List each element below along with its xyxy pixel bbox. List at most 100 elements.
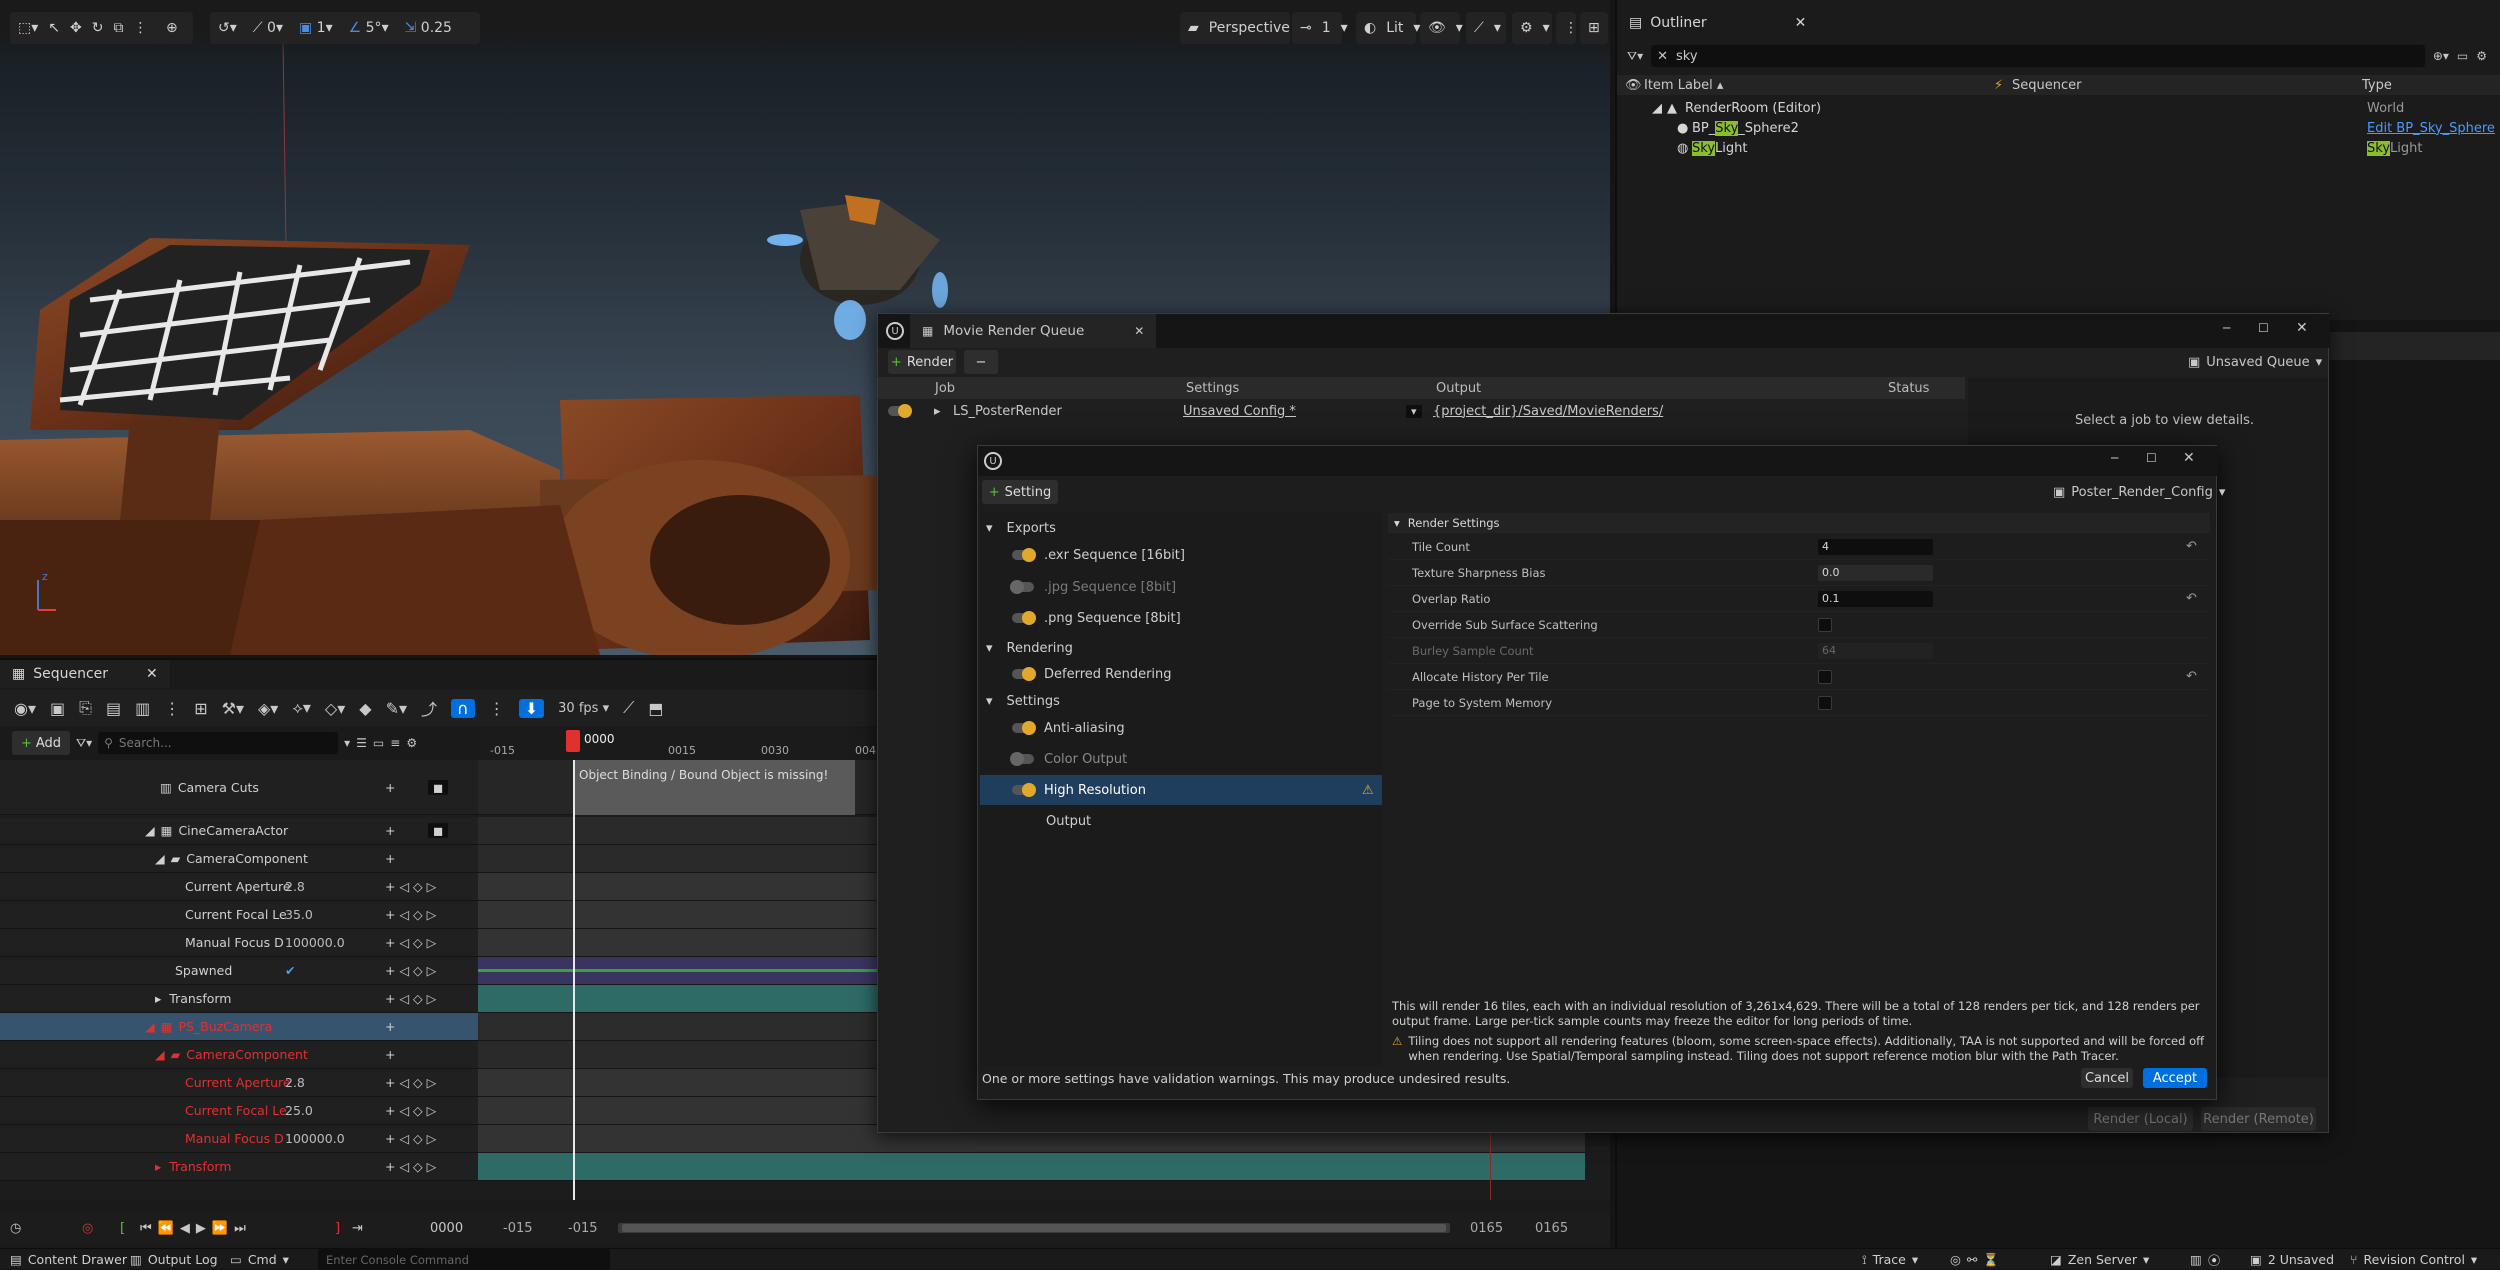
rotate-icon[interactable]: ↻ (92, 20, 104, 36)
select-icon[interactable]: ↖ (48, 20, 60, 36)
add-key-icon[interactable]: + ◁ ◇ ▷ (385, 935, 436, 950)
minimize-icon[interactable]: ─ (2223, 321, 2230, 335)
tile-count-input[interactable]: 4 (1818, 538, 1933, 555)
filter-icon[interactable]: ⛛▾ (76, 736, 92, 751)
view-options-icon[interactable]: ▭ (373, 736, 384, 750)
set-end-icon[interactable]: ] (335, 1221, 340, 1236)
setting-enabled-toggle[interactable] (1012, 611, 1036, 625)
timeline-scrollbar[interactable] (618, 1223, 1450, 1233)
texture-sharpness-input[interactable]: 0.0 (1818, 564, 1933, 581)
chevron-down-icon[interactable]: ▾ (344, 736, 350, 750)
close-window-icon[interactable]: ✕ (2183, 450, 2195, 466)
binding-missing-section[interactable]: Object Binding / Bound Object is missing… (573, 760, 855, 815)
job-output-link[interactable]: {project_dir}/Saved/MovieRenders/ (1433, 404, 1663, 419)
item-label-column[interactable]: Item Label ▴ (1644, 78, 1723, 93)
mrq-tab[interactable]: ▦ Movie Render Queue ✕ (910, 314, 1157, 348)
setting-output[interactable]: Output (980, 806, 1382, 836)
render-settings-header[interactable]: ▾ Render Settings (1388, 513, 2210, 533)
globe-icon[interactable]: ⊕ (166, 20, 178, 36)
save-icon[interactable]: ▣ (50, 699, 65, 718)
setting-anti-aliasing[interactable]: Anti-aliasing (980, 713, 1382, 743)
maximize-icon[interactable]: ☐ (2146, 451, 2157, 465)
graph-icon[interactable]: ⟋ (623, 698, 634, 718)
new-folder-icon[interactable]: ▭ (2457, 49, 2468, 63)
accept-button[interactable]: Accept (2143, 1068, 2207, 1088)
clapper-icon[interactable]: ▥ (135, 699, 150, 718)
grid-snap[interactable]: ▣ 1▾ (299, 20, 333, 36)
derived-data-icon[interactable]: ◎ (1950, 1252, 1961, 1267)
view-mode-dropdown[interactable]: ▰Perspective▾ (1180, 12, 1307, 44)
outliner-row-sky-light[interactable]: ◍ SkyLight SkyLight (1617, 138, 2500, 158)
sequencer-column[interactable]: Sequencer (2012, 78, 2081, 93)
layout-button[interactable]: ⊞ (1580, 12, 1608, 44)
camera-speed-dropdown[interactable]: ⊸ 1 ▾ (1292, 12, 1348, 44)
expand-icon[interactable]: ▸ (155, 1159, 161, 1174)
track-value[interactable]: 35.0 (285, 907, 313, 922)
find-icon[interactable]: ⎘ (79, 698, 92, 718)
gear-icon[interactable]: ⚙ (406, 736, 417, 750)
cmd-dropdown[interactable]: ▭ Cmd ▾ (230, 1249, 289, 1270)
track-manual-focus-missing[interactable]: Manual Focus D 100000.0 + ◁ ◇ ▷ (0, 1125, 478, 1153)
record-icon[interactable]: ◎ (82, 1221, 93, 1236)
override-sss-checkbox[interactable] (1818, 617, 1832, 632)
settings-column-header[interactable]: Settings (1186, 377, 1239, 399)
minimize-icon[interactable]: ─ (2111, 451, 2118, 465)
snap-icon[interactable]: ⊞ (194, 699, 207, 718)
collapse-all-icon[interactable]: ☰ (356, 736, 367, 750)
add-key-icon[interactable]: + ◁ ◇ ▷ (385, 991, 436, 1006)
render-icon[interactable]: ▤ (106, 699, 121, 718)
setting-enabled-toggle[interactable] (1012, 721, 1036, 735)
set-start-icon[interactable]: [ (120, 1221, 125, 1236)
expand-icon[interactable]: ▸ (934, 404, 941, 419)
outliner-row-sky-sphere[interactable]: ● BP_Sky_Sphere2 Edit BP_Sky_Sphere (1617, 118, 2500, 138)
transport-controls[interactable]: ⏮⏪◀▶⏩⏭ (140, 1221, 252, 1236)
key-options-icon[interactable]: ⟡▾ (292, 698, 311, 718)
collapse-icon[interactable]: ▾ (986, 694, 993, 709)
scrollbar-thumb[interactable] (622, 1224, 1446, 1232)
rotation-snap[interactable]: ⟋ 0▾ (253, 20, 283, 36)
network-icon[interactable]: ⚯ (1967, 1252, 1977, 1267)
view-start-field[interactable]: -015 (568, 1221, 598, 1236)
setting-exr-sequence[interactable]: .exr Sequence [16bit] (980, 540, 1382, 570)
add-key-icon[interactable]: + ◁ ◇ ▷ (385, 907, 436, 922)
setting-enabled-toggle[interactable] (1012, 783, 1036, 797)
add-key-icon[interactable]: + ◁ ◇ ▷ (385, 1075, 436, 1090)
scale-snap[interactable]: ⇲ 0.25 (405, 20, 452, 36)
add-icon[interactable]: + (385, 780, 395, 795)
track-cine-camera-actor[interactable]: ◢ ▦ CineCameraActor + ◼ (0, 817, 478, 845)
category-exports[interactable]: ▾ Exports (980, 513, 1382, 543)
more-icon[interactable]: ⋮ (164, 699, 180, 718)
track-camera-component-missing[interactable]: ◢ ▰ CameraComponent + (0, 1041, 478, 1069)
track-current-aperture-missing[interactable]: Current Aperture 2.8 + ◁ ◇ ▷ (0, 1069, 478, 1097)
add-filter-icon[interactable]: ⊕▾ (2433, 49, 2449, 63)
keyframe-icon[interactable]: ◇▾ (325, 699, 345, 718)
more-icon[interactable]: ⋮ (489, 699, 505, 718)
output-dropdown-icon[interactable]: ▾ (1406, 404, 1422, 418)
gear-icon[interactable]: ⚙ (2476, 49, 2487, 63)
range-start-field[interactable]: -015 (503, 1221, 533, 1236)
job-row[interactable]: ▸ LS_PosterRender Unsaved Config * ▾ {pr… (878, 400, 1965, 422)
filter-icon[interactable]: ⛛▾ (1627, 49, 1643, 64)
track-camera-component[interactable]: ◢ ▰ CameraComponent + (0, 845, 478, 873)
output-column-header[interactable]: Output (1436, 377, 1481, 399)
reset-icon[interactable]: ↶ (2186, 539, 2197, 554)
ram-icon[interactable]: ⏳ (1983, 1252, 1999, 1268)
realtime-button[interactable]: ⟋ ▾ (1466, 12, 1506, 44)
outliner-search-input[interactable]: ✕ sky (1651, 45, 2425, 67)
key-tools-icon[interactable]: ⚒▾ (222, 699, 244, 718)
source-icons[interactable]: ▥ ⦿ (2190, 1249, 2220, 1270)
add-key-icon[interactable]: + ◁ ◇ ▷ (385, 1131, 436, 1146)
loop-icon[interactable]: ⇥ (352, 1221, 363, 1236)
camera-lock-icon[interactable]: ◼ (428, 823, 449, 838)
type-column[interactable]: Type (2362, 78, 2392, 93)
setting-enabled-toggle[interactable] (1010, 752, 1034, 766)
select-mode-icon[interactable]: ⬚▾ (18, 20, 38, 36)
more-icon[interactable]: ⋮ (133, 20, 147, 36)
track-value[interactable]: 2.8 (285, 879, 305, 894)
track-value[interactable]: 100000.0 (285, 1131, 345, 1146)
track-current-focal-length[interactable]: Current Focal Le 35.0 + ◁ ◇ ▷ (0, 901, 478, 929)
output-log-button[interactable]: ▥ Output Log (130, 1249, 218, 1270)
track-value[interactable]: 100000.0 (285, 935, 345, 950)
snapping-controls[interactable]: ↺▾ ⟋ 0▾ ▣ 1▾ ∠ 5°▾ ⇲ 0.25 (210, 12, 480, 44)
track-spawned[interactable]: Spawned ✔ + ◁ ◇ ▷ (0, 957, 478, 985)
